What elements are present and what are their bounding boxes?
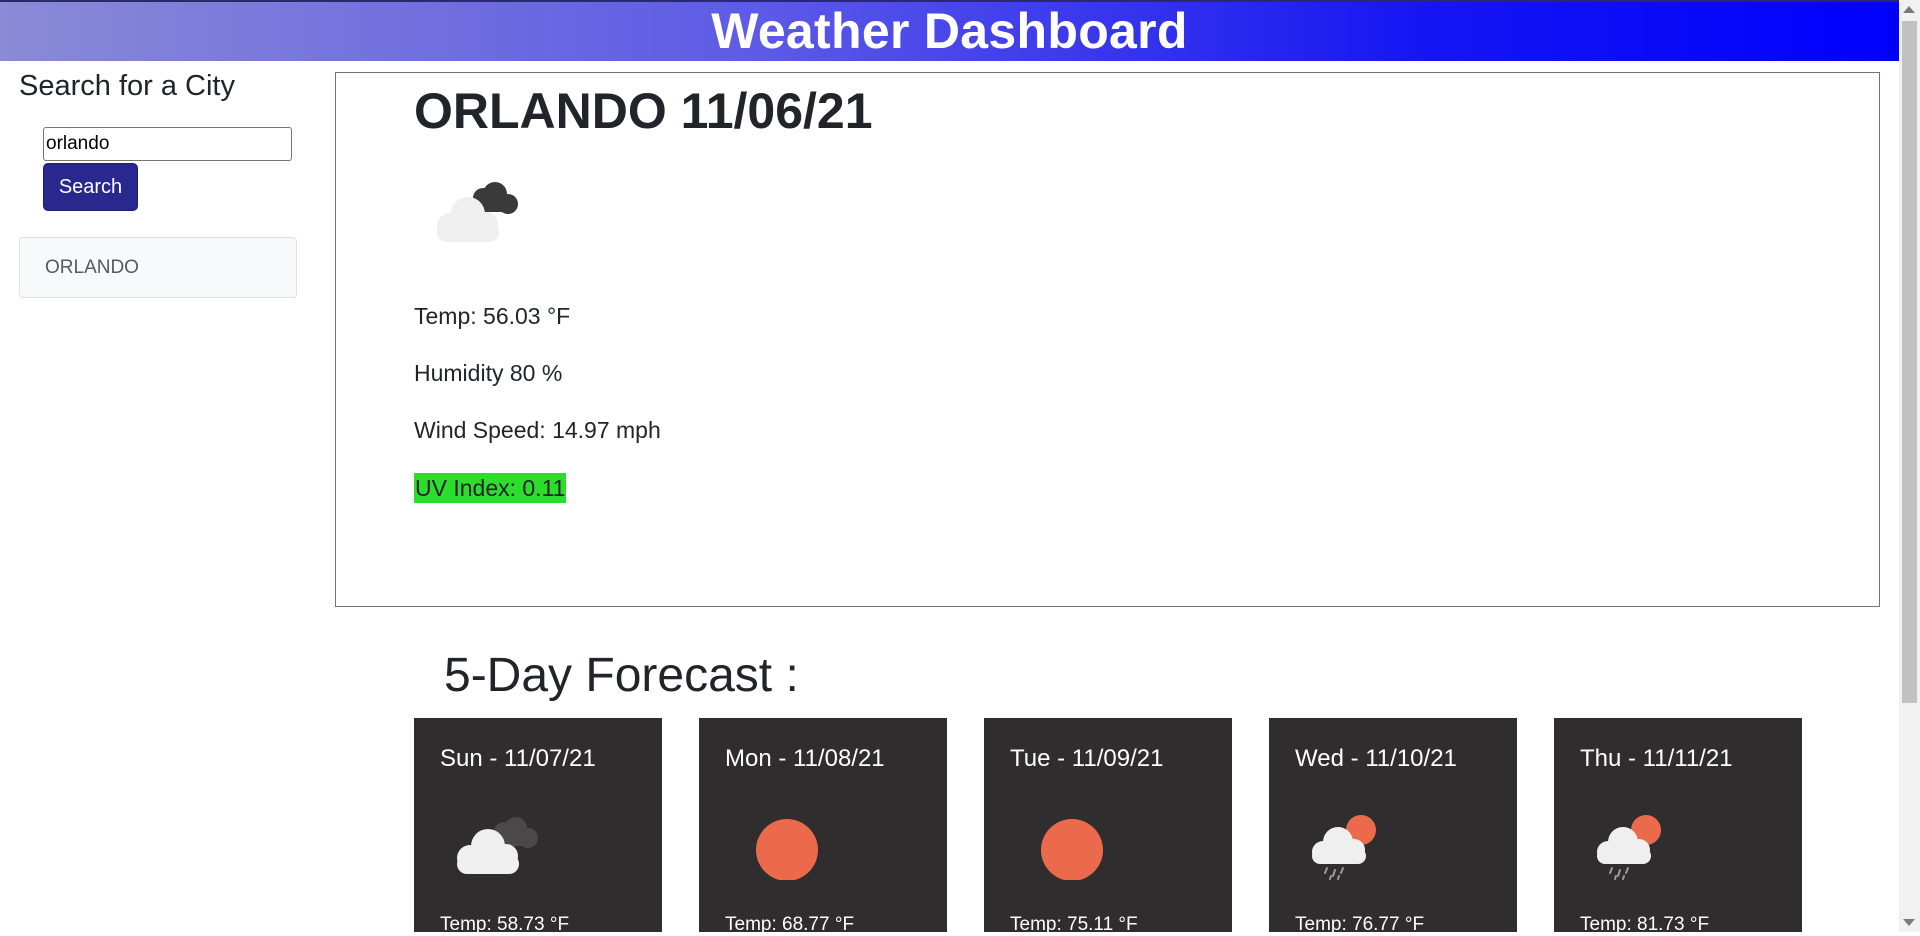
forecast-temp: Temp: 68.77 °F: [725, 914, 855, 935]
broken-clouds-icon: [428, 178, 528, 253]
forecast-card: Thu - 11/11/21 Temp: 81.73 °F: [1554, 718, 1802, 935]
forecast-date: Thu - 11/11/21: [1580, 745, 1733, 772]
forecast-temp: Temp: 81.73 °F: [1580, 914, 1710, 935]
city-search-input[interactable]: [43, 127, 292, 161]
forecast-date: Sun - 11/07/21: [440, 745, 596, 772]
forecast-card: Wed - 11/10/21 Temp: 76.77 °F: [1269, 718, 1517, 935]
broken-clouds-icon: [448, 810, 548, 885]
forecast-card: Tue - 11/09/21 Temp: 75.11 °F: [984, 718, 1232, 935]
clear-sky-icon: [733, 810, 833, 885]
clear-sky-icon: [1018, 810, 1118, 885]
scroll-up-arrow-icon[interactable]: [1903, 6, 1915, 13]
forecast-heading: 5-Day Forecast :: [444, 649, 799, 702]
vertical-scrollbar[interactable]: [1899, 0, 1920, 932]
forecast-temp: Temp: 58.73 °F: [440, 914, 570, 935]
search-button[interactable]: Search: [43, 163, 138, 211]
current-humidity: Humidity 80 %: [414, 360, 563, 386]
current-temp: Temp: 56.03 °F: [414, 303, 571, 329]
search-heading: Search for a City: [19, 70, 235, 102]
rain-sun-icon: [1303, 810, 1403, 885]
uv-index-badge: UV Index: 0.11: [414, 473, 567, 503]
forecast-date: Mon - 11/08/21: [725, 745, 885, 772]
rain-sun-icon: [1588, 810, 1688, 885]
forecast-date: Wed - 11/10/21: [1295, 745, 1457, 772]
current-weather-card: [335, 72, 1880, 607]
current-city-date: ORLANDO 11/06/21: [414, 83, 873, 139]
history-item-orlando[interactable]: ORLANDO: [19, 237, 297, 298]
scroll-down-arrow-icon[interactable]: [1903, 919, 1915, 926]
forecast-card: Sun - 11/07/21 Temp: 58.73 °F: [414, 718, 662, 935]
app-header: Weather Dashboard: [0, 0, 1899, 61]
forecast-temp: Temp: 75.11 °F: [1010, 914, 1138, 935]
forecast-date: Tue - 11/09/21: [1010, 745, 1164, 772]
forecast-temp: Temp: 76.77 °F: [1295, 914, 1425, 935]
page-title: Weather Dashboard: [711, 3, 1188, 59]
scrollbar-thumb[interactable]: [1902, 21, 1917, 703]
forecast-card: Mon - 11/08/21 Temp: 68.77 °F: [699, 718, 947, 935]
current-wind-speed: Wind Speed: 14.97 mph: [414, 417, 661, 443]
